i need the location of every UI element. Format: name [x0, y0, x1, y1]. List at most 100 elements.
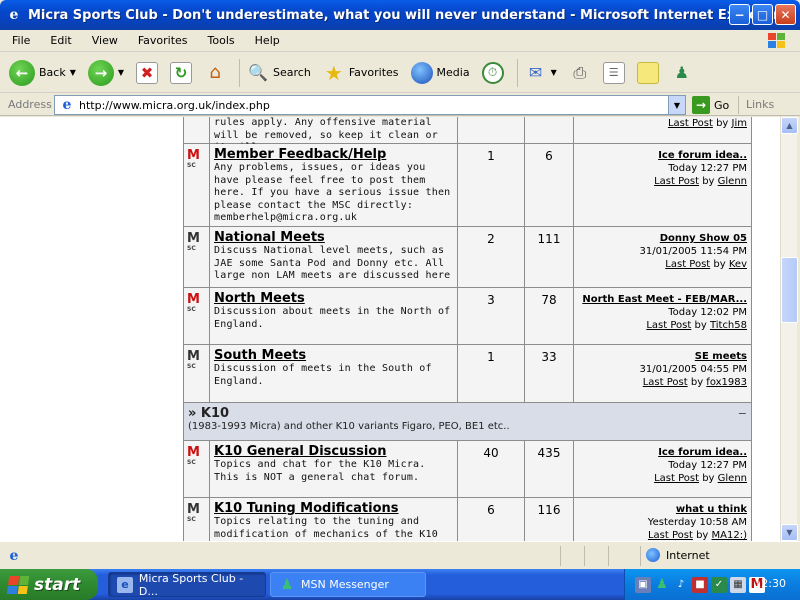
forum-title-link[interactable]: K10 Tuning Modifications — [214, 501, 453, 516]
address-url[interactable]: http://www.micra.org.uk/index.php — [79, 99, 270, 112]
last-post-time: Today 12:02 PM — [668, 307, 747, 318]
category-title-link[interactable]: » K10 — [188, 406, 747, 421]
address-label: Address — [8, 98, 52, 111]
last-post-link[interactable]: Last Post — [665, 259, 710, 270]
tray-app-icon[interactable]: ■ — [692, 576, 708, 593]
stop-button[interactable]: ✖ — [133, 58, 161, 88]
back-dropdown-icon[interactable]: ▼ — [70, 68, 76, 77]
last-topic-link[interactable]: Ice forum idea.. — [578, 446, 747, 459]
by-text: by — [702, 473, 715, 484]
last-post-link[interactable]: Last Post — [648, 530, 693, 541]
search-button[interactable]: 🔍 Search — [244, 58, 314, 88]
last-post-link[interactable]: Last Post — [654, 176, 699, 187]
msc-icon-sub: SC — [187, 363, 196, 370]
mail-dropdown-icon[interactable]: ▼ — [551, 68, 557, 77]
scroll-thumb[interactable] — [781, 257, 798, 323]
menu-file[interactable]: File — [0, 34, 38, 47]
msc-icon-sub: SC — [187, 459, 196, 466]
forward-button[interactable]: → ▼ — [85, 58, 127, 88]
menu-view[interactable]: View — [80, 34, 126, 47]
forward-dropdown-icon[interactable]: ▼ — [118, 68, 124, 77]
topic-count: 3 — [458, 288, 525, 344]
msc-icon-letter: M — [187, 292, 200, 307]
last-post-user[interactable]: Kev — [729, 259, 747, 270]
history-button[interactable]: ⏱ — [479, 58, 507, 88]
forum-title-link[interactable]: Member Feedback/Help — [214, 147, 453, 162]
last-topic-link[interactable]: Donny Show 05 — [578, 232, 747, 245]
last-post-link[interactable]: Last Post — [643, 377, 688, 388]
last-topic-link[interactable]: Ice forum idea.. — [578, 149, 747, 162]
forum-description: Discuss National level meets, such as JA… — [214, 245, 451, 281]
address-dropdown-icon[interactable]: ▼ — [668, 96, 685, 114]
category-header-k10: » K10 (1983-1993 Micra) and other K10 va… — [184, 403, 751, 441]
vertical-scrollbar[interactable]: ▲ ▼ — [780, 117, 798, 541]
menu-help[interactable]: Help — [243, 34, 288, 47]
messenger-button[interactable]: ♟ — [668, 58, 696, 88]
menu-tools[interactable]: Tools — [196, 34, 243, 47]
msc-forum-icon: M SC — [187, 232, 203, 253]
last-post-user[interactable]: Titch58 — [710, 320, 747, 331]
go-label: Go — [714, 98, 730, 112]
scroll-down-icon[interactable]: ▼ — [781, 524, 798, 541]
last-post-link[interactable]: Last Post — [654, 473, 699, 484]
media-button[interactable]: Media — [408, 58, 473, 88]
tray-messenger-icon[interactable]: ♟ — [654, 577, 670, 593]
last-post-time: Today 12:27 PM — [668, 460, 747, 471]
refresh-button[interactable]: ↻ — [167, 58, 195, 88]
favorites-button[interactable]: ★ Favorites — [320, 58, 402, 88]
status-divider — [584, 546, 585, 566]
windows-flag-icon — [6, 575, 30, 594]
last-post-user[interactable]: Jim — [732, 118, 747, 129]
menu-edit[interactable]: Edit — [38, 34, 79, 47]
tray-display-icon[interactable]: ▦ — [730, 576, 746, 593]
links-button[interactable]: Links — [746, 98, 774, 111]
search-icon: 🔍 — [248, 63, 268, 82]
collapse-icon[interactable]: − — [738, 407, 747, 420]
ie-task-icon: e — [117, 576, 133, 593]
last-post-link[interactable]: Last Post — [646, 320, 691, 331]
last-topic-link[interactable]: SE meets — [578, 350, 747, 363]
forum-row: M SC North Meets Discussion about meets … — [184, 288, 751, 345]
mail-button[interactable]: ✉ ▼ — [522, 58, 560, 88]
maximize-button[interactable]: □ — [752, 4, 773, 25]
forum-title-link[interactable]: K10 General Discussion — [214, 444, 453, 459]
scroll-up-icon[interactable]: ▲ — [781, 117, 798, 134]
last-topic-link[interactable]: North East Meet - FEB/MAR... — [578, 293, 747, 306]
minimize-button[interactable]: − — [729, 4, 750, 25]
taskbar-item-msn[interactable]: ♟ MSN Messenger — [270, 572, 426, 597]
last-post-link[interactable]: Last Post — [668, 118, 713, 129]
tray-volume-icon[interactable]: ♪ — [673, 577, 689, 593]
forum-title-link[interactable]: South Meets — [214, 348, 453, 363]
msc-icon-sub: SC — [187, 516, 196, 523]
last-post-user[interactable]: MA12:) — [712, 530, 747, 541]
go-button[interactable]: → Go — [692, 96, 729, 114]
menu-favorites[interactable]: Favorites — [126, 34, 196, 47]
last-post-user[interactable]: fox1983 — [706, 377, 747, 388]
refresh-icon: ↻ — [170, 61, 193, 84]
last-post-user[interactable]: Glenn — [718, 473, 747, 484]
home-button[interactable]: ⌂ — [201, 58, 229, 88]
taskbar-item-ie[interactable]: e Micra Sports Club - D... — [108, 572, 266, 598]
start-button[interactable]: start — [0, 569, 98, 600]
back-button[interactable]: ← Back ▼ — [6, 58, 79, 88]
forum-title-link[interactable]: National Meets — [214, 230, 453, 245]
window-title: Micra Sports Club - Don't underestimate,… — [28, 7, 780, 23]
by-text: by — [690, 377, 704, 388]
forum-description: Discussion of meets in the South of Engl… — [214, 363, 432, 387]
address-input[interactable]: e http://www.micra.org.uk/index.php ▼ — [54, 95, 686, 115]
edit-button[interactable]: ☰ — [600, 58, 628, 88]
tray-network-icon[interactable]: ▣ — [635, 576, 651, 593]
last-topic-link[interactable]: what u think — [578, 503, 747, 516]
taskbar: start e Micra Sports Club - D... ♟ MSN M… — [0, 569, 800, 600]
go-arrow-icon: → — [692, 96, 710, 114]
forum-row-partial: rules apply. Any offensive material will… — [184, 117, 751, 153]
discuss-button[interactable] — [634, 58, 662, 88]
print-button[interactable]: ⎙ — [566, 58, 594, 88]
last-post-user[interactable]: Glenn — [718, 176, 747, 187]
forum-title-link[interactable]: North Meets — [214, 291, 453, 306]
title-bar[interactable]: e Micra Sports Club - Don't underestimat… — [0, 0, 800, 30]
tray-security-icon[interactable]: ✓ — [711, 576, 727, 593]
close-button[interactable]: ✕ — [775, 4, 796, 25]
toolbar: ← Back ▼ → ▼ ✖ ↻ ⌂ 🔍 Search ★ Favorites … — [0, 53, 800, 93]
forum-row: M SC South Meets Discussion of meets in … — [184, 345, 751, 403]
